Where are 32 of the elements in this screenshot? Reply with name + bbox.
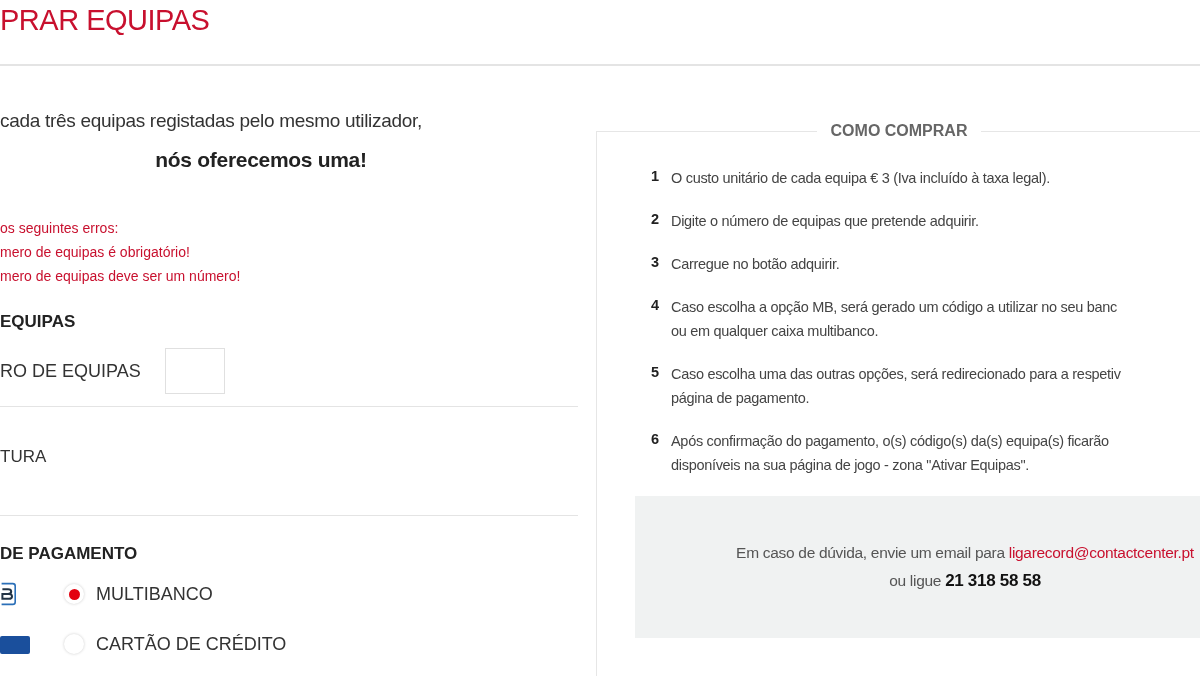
invoice-label: TURA: [0, 446, 48, 468]
step-text: Após confirmação do pagamento, o(s) código(s) da(s) equipa(s) ficarão disponíveis na sua página de jogo - zona "Ativar Equipas".: [671, 432, 1109, 475]
step-number: 1: [651, 168, 660, 186]
error-message: mero de equipas deve ser um número!: [0, 267, 242, 286]
error-message: mero de equipas é obrigatório!: [0, 243, 191, 262]
contact-text: Em caso de dúvida, envie um email para: [736, 544, 1005, 561]
phone-number: 21 318 58 58: [945, 571, 1041, 590]
step-text: O custo unitário de cada equipa € 3 (Iva incluído à taxa legal).: [671, 169, 1050, 188]
section-heading: EQUIPAS: [0, 312, 77, 332]
intro-text: cada três equipas registadas pelo mesmo utilizador,: [0, 110, 423, 132]
step-number: 5: [651, 364, 660, 382]
step-text: Caso escolha uma das outras opções, será redirecionado para a respetiv página de pagamento.: [671, 365, 1121, 408]
panel-title: COMO COMPRAR: [816, 122, 982, 139]
section-heading: DE PAGAMENTO: [0, 544, 139, 564]
payment-option-label: CARTÃO DE CRÉDITO: [96, 633, 287, 655]
step-number: 6: [651, 431, 660, 449]
error-message: os seguintes erros:: [0, 219, 120, 238]
intro-highlight: nós oferecemos uma!: [154, 148, 368, 172]
step-number: 2: [651, 211, 660, 229]
email-link[interactable]: ligarecord@contactcenter.pt: [1008, 544, 1194, 561]
step-text: Caso escolha a opção MB, será gerado um código a utilizar no seu banc ou em qualquer caixa multibanco.: [671, 298, 1117, 341]
teams-number-field[interactable]: [164, 348, 225, 394]
card-logo-icon: [0, 634, 30, 654]
step-number: 4: [651, 297, 660, 315]
page-title: PRAR EQUIPAS: [0, 3, 210, 37]
payment-option-label: MULTIBANCO: [96, 583, 213, 605]
step-number: 3: [651, 254, 660, 272]
step-text: Carregue no botão adquirir.: [671, 255, 840, 274]
phone-label: ou ligue: [889, 572, 942, 589]
step-text: Digite o número de equipas que pretende adquirir.: [671, 212, 979, 231]
radio-button[interactable]: [64, 584, 84, 604]
field-label: RO DE EQUIPAS: [0, 360, 141, 382]
